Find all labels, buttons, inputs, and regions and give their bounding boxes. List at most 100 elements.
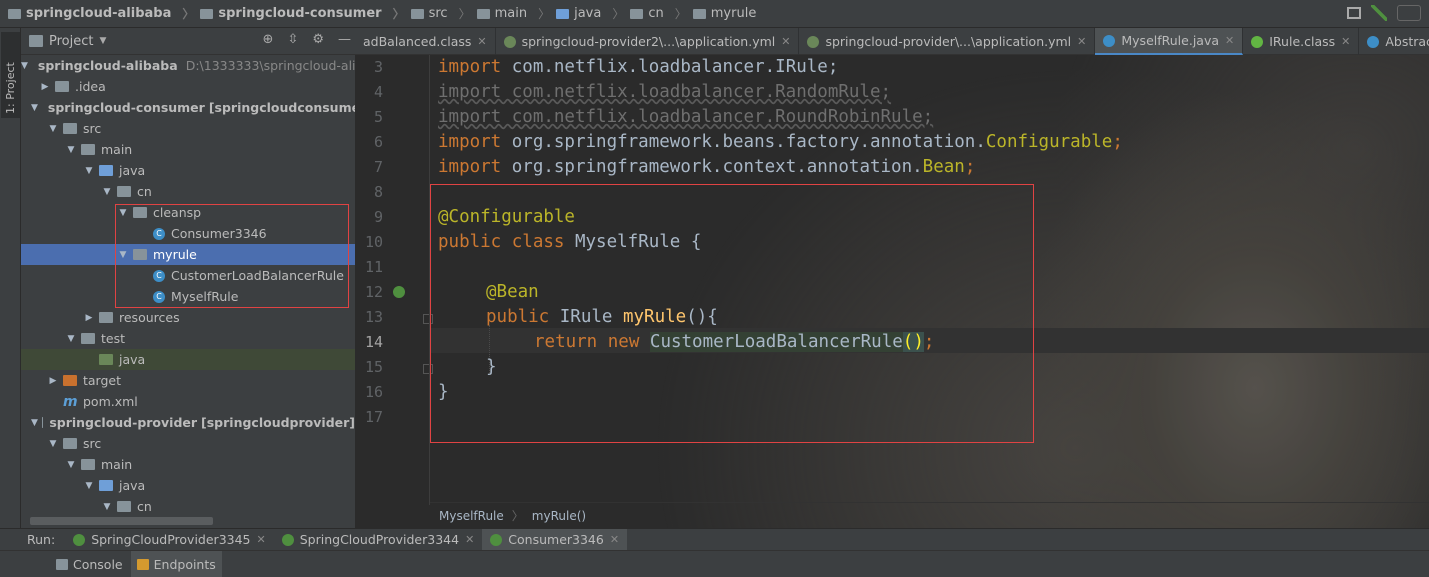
locate-icon[interactable]: ⊕ [263, 32, 274, 47]
crumb-java[interactable]: java 〉 [556, 5, 630, 22]
tree-item-src[interactable]: ▼ src [21, 118, 355, 139]
class-icon [1367, 35, 1380, 48]
tree-item-java[interactable]: ▼ java [21, 160, 355, 181]
tree-item-cn[interactable]: ▼ cn [21, 181, 355, 202]
close-icon[interactable]: ✕ [465, 533, 474, 546]
expand-arrow-icon[interactable]: ▼ [83, 166, 95, 176]
hide-icon[interactable]: — [338, 32, 351, 47]
tab-provider-application-yml[interactable]: springcloud-provider\...\application.yml… [799, 28, 1096, 55]
project-tool-tab[interactable]: 1: Project [1, 32, 20, 118]
tab-myselfrule-java[interactable]: MyselfRule.java ✕ [1095, 28, 1244, 55]
project-view-selector[interactable]: Project [49, 34, 93, 49]
module-folder-icon [41, 417, 44, 428]
line-number: 13 [364, 308, 383, 326]
collapsed-arrow-icon[interactable]: ▶ [83, 313, 95, 323]
tree-item-provider-main[interactable]: ▼ main [21, 454, 355, 475]
crumb-project[interactable]: springcloud-alibaba 〉 [8, 5, 200, 22]
expand-arrow-icon[interactable]: ▼ [65, 145, 77, 155]
tab-loadbalanced-class[interactable]: adBalanced.class ✕ [355, 28, 496, 55]
expand-arrow-icon[interactable]: ▼ [101, 502, 113, 512]
gear-icon[interactable]: ⚙ [312, 32, 324, 47]
collapse-all-icon[interactable]: ⇳ [287, 32, 298, 47]
source-folder-icon [99, 480, 113, 491]
code-line-5: import com.netflix.loadbalancer.RoundRob… [438, 107, 934, 127]
expand-arrow-icon[interactable]: ▼ [31, 103, 38, 113]
line-number: 7 [373, 158, 383, 176]
expand-arrow-icon[interactable]: ▼ [83, 481, 95, 491]
project-panel-header: Project ▼ ⊕ ⇳ ⚙ — [21, 28, 355, 55]
tree-item-springcloud-provider[interactable]: ▼ springcloud-provider [springcloudprovid… [21, 412, 355, 433]
tree-item-target[interactable]: ▶ target [21, 370, 355, 391]
left-tool-stripe: 1: Project [0, 28, 21, 528]
run-tab-consumer3346[interactable]: Consumer3346 ✕ [482, 528, 628, 551]
close-icon[interactable]: ✕ [610, 533, 619, 546]
close-icon[interactable]: ✕ [1077, 35, 1086, 48]
chevron-down-icon[interactable]: ▼ [99, 36, 106, 46]
line-number-gutter: 3 4 5 6 7 8 9 10 11 12 13 14 15 16 17 [355, 55, 430, 485]
spring-boot-icon [281, 533, 294, 546]
expand-arrow-icon[interactable]: ▼ [65, 460, 77, 470]
collapsed-arrow-icon[interactable]: ▶ [39, 82, 51, 92]
chevron-right-icon: 〉 [182, 7, 195, 21]
breadcrumb-method[interactable]: myRule() [532, 509, 586, 523]
expand-arrow-icon[interactable]: ▼ [47, 439, 59, 449]
tree-item-idea[interactable]: ▶ .idea [21, 76, 355, 97]
endpoints-tab[interactable]: Endpoints [130, 550, 222, 577]
collapsed-arrow-icon[interactable]: ▶ [47, 376, 59, 386]
window-layout-icon[interactable] [1347, 7, 1361, 19]
excluded-folder-icon [63, 375, 77, 386]
tab-provider2-application-yml[interactable]: springcloud-provider2\...\application.ym… [496, 28, 800, 55]
expand-arrow-icon[interactable]: ▼ [101, 187, 113, 197]
expand-arrow-icon[interactable]: ▼ [21, 61, 28, 71]
highlight-box-code [430, 184, 1034, 443]
breadcrumb-class[interactable]: MyselfRule [439, 509, 504, 523]
folder-icon [81, 459, 95, 470]
tree-item-provider-src[interactable]: ▼ src [21, 433, 355, 454]
run-tab-provider3345[interactable]: SpringCloudProvider3345 ✕ [65, 529, 274, 551]
chevron-right-icon: 〉 [538, 7, 551, 21]
bean-gutter-icon[interactable] [391, 284, 407, 300]
run-tab-provider3344[interactable]: SpringCloudProvider3344 ✕ [274, 529, 483, 551]
project-horizontal-scrollbar[interactable] [30, 517, 213, 525]
crumb-cn[interactable]: cn 〉 [630, 5, 692, 22]
package-icon [630, 8, 644, 19]
folder-icon [63, 438, 77, 449]
console-tab[interactable]: Console [50, 551, 129, 577]
crumb-main[interactable]: main 〉 [476, 5, 557, 22]
crumb-module[interactable]: springcloud-consumer 〉 [200, 5, 410, 22]
navigation-breadcrumb: springcloud-alibaba 〉 springcloud-consume… [0, 0, 1429, 28]
tree-item-pom[interactable]: m pom.xml [21, 391, 355, 412]
tree-item-test-java[interactable]: java [21, 349, 355, 370]
line-number: 10 [364, 233, 383, 251]
close-icon[interactable]: ✕ [781, 35, 790, 48]
tree-item-springcloud-consumer[interactable]: ▼ springcloud-consumer [springcloudconsum… [21, 97, 355, 118]
folder-icon [8, 8, 21, 19]
resources-folder-icon [99, 312, 113, 323]
tree-item-provider-java[interactable]: ▼ java [21, 475, 355, 496]
close-icon[interactable]: ✕ [1225, 34, 1234, 47]
tab-abstractloadbalancer[interactable]: AbstractLoadBalar [1359, 28, 1429, 55]
tree-item-test[interactable]: ▼ test [21, 328, 355, 349]
folder-icon [55, 81, 69, 92]
expand-arrow-icon[interactable]: ▼ [65, 334, 77, 344]
tab-irule-class[interactable]: IRule.class ✕ [1243, 28, 1360, 55]
close-icon[interactable]: ✕ [477, 35, 486, 48]
tree-item-main[interactable]: ▼ main [21, 139, 355, 160]
tree-item-resources[interactable]: ▶ resources [21, 307, 355, 328]
expand-arrow-icon[interactable]: ▼ [47, 124, 59, 134]
code-line-6: import org.springframework.beans.factory… [438, 132, 1123, 152]
close-icon[interactable]: ✕ [257, 533, 266, 546]
line-number: 3 [373, 58, 383, 76]
tree-item-springcloud-alibaba[interactable]: ▼ springcloud-alibaba D:\1333333\springclo… [21, 55, 355, 76]
expand-arrow-icon[interactable]: ▼ [31, 418, 38, 428]
editor-breadcrumb: MyselfRule 〉 myRule() [430, 502, 1429, 528]
crumb-myrule[interactable]: myrule [692, 6, 756, 21]
close-icon[interactable]: ✕ [1341, 35, 1350, 48]
run-config-icon[interactable] [1397, 5, 1421, 21]
tree-item-provider-cn[interactable]: ▼ cn [21, 496, 355, 517]
crumb-src[interactable]: src 〉 [410, 5, 477, 22]
line-number: 6 [373, 133, 383, 151]
build-hammer-icon[interactable] [1371, 5, 1387, 21]
folder-icon [81, 144, 95, 155]
folder-icon [63, 123, 77, 134]
